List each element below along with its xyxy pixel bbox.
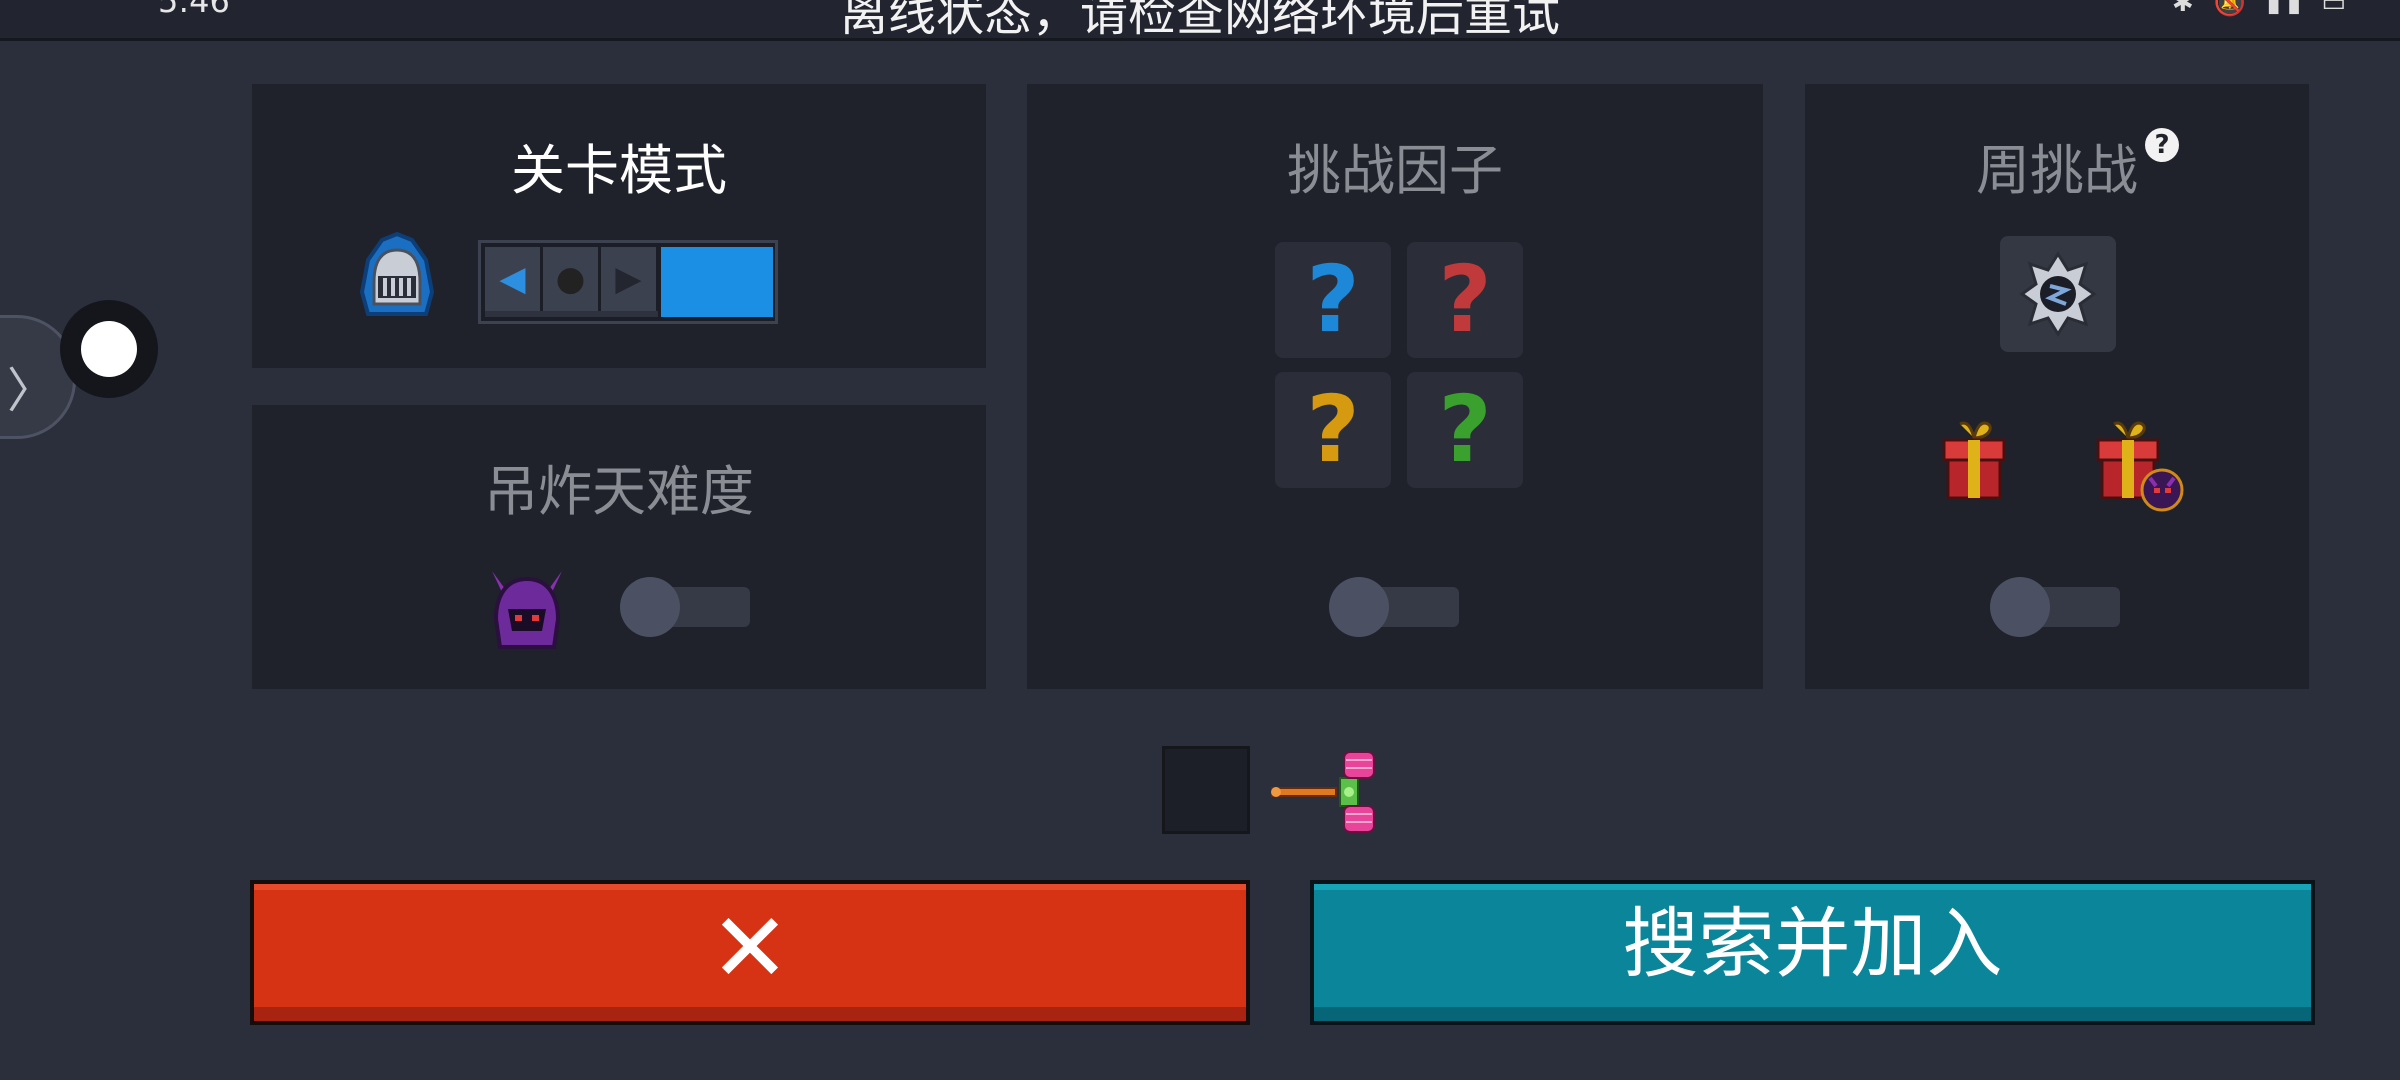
- signal-icon: ▮▮: [2266, 0, 2308, 18]
- floating-assist-button[interactable]: [60, 300, 158, 398]
- challenge-factors-toggle[interactable]: [1329, 577, 1459, 637]
- challenge-factor-blue[interactable]: ?: [1275, 242, 1391, 358]
- close-icon: ✕: [709, 892, 791, 1004]
- mode-next-arrow-icon[interactable]: ▶: [601, 247, 656, 311]
- level-mode-panel: 关卡模式 ◀ ● ▶: [252, 84, 986, 368]
- weekly-emblem-icon: [2019, 251, 2097, 337]
- demon-helmet-icon: [492, 571, 562, 649]
- weekly-challenge-title: 周挑战: [1976, 139, 2138, 202]
- hammer-weapon-icon: [1271, 751, 1375, 833]
- status-icons: ✱ 🔕 ▮▮ ▭: [2172, 0, 2352, 18]
- challenge-factors-panel: 挑战因子 ? ? ? ?: [1027, 84, 1763, 689]
- mode-selector-base: [485, 311, 658, 317]
- hard-mode-toggle[interactable]: [620, 577, 750, 637]
- chevron-right-icon: 〉: [6, 363, 55, 419]
- weekly-challenge-toggle[interactable]: [1990, 577, 2120, 637]
- offline-message: 离线状态，请检查网络环境后重试: [839, 0, 1560, 42]
- level-mode-selector[interactable]: ◀ ● ▶: [478, 240, 778, 324]
- mode-selected-fill: [661, 247, 773, 317]
- battery-icon: ▭: [2321, 0, 2352, 18]
- status-bar: 5:46 离线状态，请检查网络环境后重试 ✱ 🔕 ▮▮ ▭: [0, 0, 2400, 42]
- challenge-factor-green[interactable]: ?: [1407, 372, 1523, 488]
- mode-prev-arrow-icon[interactable]: ◀: [485, 247, 540, 311]
- challenge-factors-title: 挑战因子: [1287, 139, 1503, 202]
- weekly-challenge-toggle-knob: [1990, 577, 2050, 637]
- challenge-factors-toggle-knob: [1329, 577, 1389, 637]
- empty-item-slot[interactable]: [1162, 746, 1250, 834]
- mute-icon: 🔕: [2213, 0, 2253, 18]
- floating-assist-dot: [81, 321, 137, 377]
- level-mode-title: 关卡模式: [511, 139, 727, 202]
- challenge-factor-yellow[interactable]: ?: [1275, 372, 1391, 488]
- gift-box-icon: [1942, 421, 2006, 500]
- search-and-join-button[interactable]: 搜索并加入: [1310, 880, 2315, 1025]
- hard-mode-title: 吊炸天难度: [484, 460, 754, 523]
- hard-mode-panel: 吊炸天难度: [252, 405, 986, 689]
- cancel-button[interactable]: ✕: [250, 880, 1250, 1025]
- search-and-join-label: 搜索并加入: [1622, 899, 2003, 988]
- hard-mode-toggle-knob: [620, 577, 680, 637]
- gift-box-demon-icon: [2096, 421, 2184, 512]
- knight-helmet-icon: [359, 231, 435, 316]
- weekly-challenge-tile[interactable]: [2000, 236, 2116, 352]
- bluetooth-icon: ✱: [2171, 0, 2200, 18]
- mode-dot-icon: ●: [543, 247, 598, 311]
- help-icon[interactable]: ?: [2145, 128, 2179, 162]
- challenge-factor-red[interactable]: ?: [1407, 242, 1523, 358]
